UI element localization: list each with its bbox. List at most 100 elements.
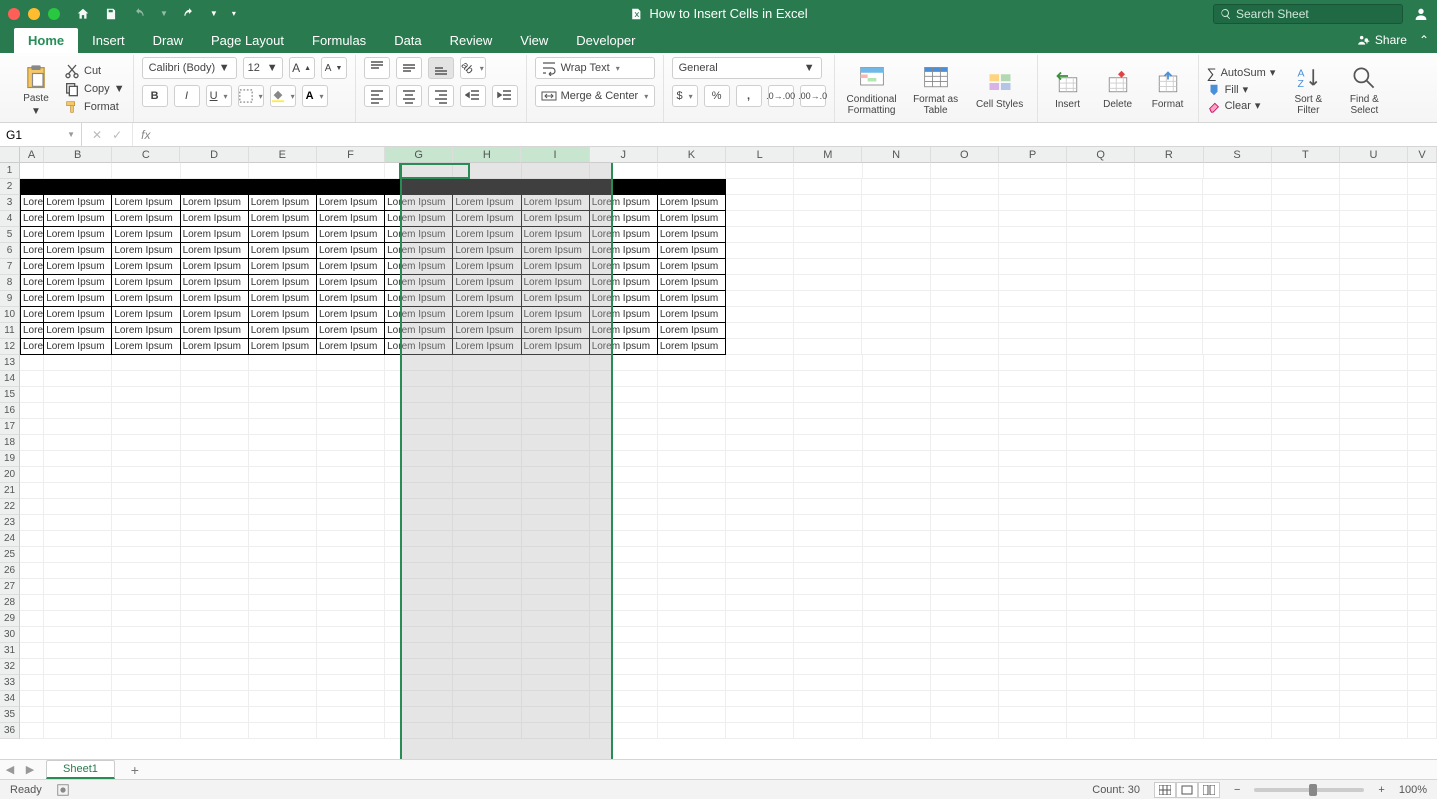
cell[interactable] <box>931 339 999 355</box>
cell[interactable] <box>1135 163 1203 179</box>
cell[interactable] <box>181 355 249 371</box>
cell[interactable] <box>1340 211 1408 227</box>
copy-button[interactable]: Copy▼ <box>64 81 125 97</box>
cell[interactable] <box>1067 515 1135 531</box>
cell[interactable] <box>522 563 590 579</box>
cell[interactable]: Lorem Ipsum <box>249 275 317 291</box>
cell[interactable] <box>385 163 453 179</box>
cell[interactable] <box>20 691 44 707</box>
sheet-nav-next[interactable]: ▶ <box>20 763 40 776</box>
col-header-I[interactable]: I <box>521 147 589 163</box>
cell[interactable]: Lorem Ipsum <box>112 307 180 323</box>
cell[interactable] <box>794 467 862 483</box>
merge-center-button[interactable]: Merge & Center▾ <box>535 85 655 107</box>
cell[interactable] <box>1272 531 1340 547</box>
cell[interactable] <box>658 435 726 451</box>
cell[interactable] <box>1272 595 1340 611</box>
cell[interactable] <box>1067 611 1135 627</box>
col-header-R[interactable]: R <box>1135 147 1203 163</box>
cell[interactable] <box>1204 531 1272 547</box>
cell[interactable] <box>863 595 931 611</box>
cell[interactable] <box>862 211 930 227</box>
cell[interactable] <box>1272 499 1340 515</box>
col-header-P[interactable]: P <box>999 147 1067 163</box>
cell[interactable] <box>726 291 794 307</box>
cell[interactable] <box>1340 387 1408 403</box>
cell[interactable] <box>1067 291 1135 307</box>
cell[interactable] <box>862 227 930 243</box>
cell[interactable] <box>794 659 862 675</box>
cell[interactable] <box>1067 419 1135 435</box>
cell[interactable] <box>590 547 658 563</box>
cell[interactable]: Lorem Ipsum <box>181 195 249 211</box>
cell[interactable]: Lorem Ipsum <box>453 259 521 275</box>
format-painter-button[interactable]: Format <box>64 99 125 115</box>
cell[interactable] <box>1340 419 1408 435</box>
cell[interactable] <box>522 403 590 419</box>
cell[interactable] <box>1340 707 1408 723</box>
cell[interactable] <box>44 547 112 563</box>
cell[interactable] <box>999 579 1067 595</box>
enter-formula-icon[interactable]: ✓ <box>112 128 122 142</box>
cell[interactable] <box>590 627 658 643</box>
cell[interactable] <box>658 371 726 387</box>
cell[interactable] <box>453 627 521 643</box>
cell[interactable] <box>1340 643 1408 659</box>
cell[interactable] <box>999 563 1067 579</box>
cell[interactable] <box>1203 227 1271 243</box>
cell[interactable] <box>385 547 453 563</box>
cell[interactable] <box>522 643 590 659</box>
cell[interactable] <box>1067 243 1135 259</box>
cell[interactable] <box>1204 515 1272 531</box>
cell[interactable] <box>590 179 658 195</box>
cell[interactable] <box>931 387 999 403</box>
cell[interactable]: Lorem Ipsum <box>249 243 317 259</box>
cell[interactable] <box>863 611 931 627</box>
cell[interactable] <box>590 563 658 579</box>
cell[interactable]: Lorem Ipsum <box>20 339 44 355</box>
cell[interactable] <box>1408 723 1437 739</box>
fill-color-button[interactable]: ▾ <box>270 85 296 107</box>
cell[interactable] <box>1067 483 1135 499</box>
cell[interactable]: Lorem Ipsum <box>20 259 44 275</box>
cell[interactable]: Lorem Ipsum <box>590 259 658 275</box>
cell[interactable] <box>1340 291 1408 307</box>
cell[interactable] <box>726 211 794 227</box>
cell[interactable]: Lorem Ipsum <box>590 227 658 243</box>
cell[interactable]: Lorem Ipsum <box>590 307 658 323</box>
cell[interactable] <box>658 595 726 611</box>
row-header-24[interactable]: 24 <box>0 531 20 547</box>
page-layout-view-icon[interactable] <box>1176 782 1198 798</box>
cell[interactable] <box>794 547 862 563</box>
cell[interactable] <box>1340 579 1408 595</box>
cell[interactable]: Lorem Ipsum <box>385 227 453 243</box>
cell[interactable] <box>1340 163 1408 179</box>
cell[interactable] <box>794 723 862 739</box>
cell[interactable] <box>1067 563 1135 579</box>
cell[interactable] <box>1340 627 1408 643</box>
cell[interactable] <box>931 643 999 659</box>
cell[interactable]: Lorem Ipsum <box>658 291 726 307</box>
cell[interactable] <box>385 723 453 739</box>
cell[interactable] <box>1067 195 1135 211</box>
cell[interactable] <box>1340 723 1408 739</box>
cell[interactable]: Lorem Ipsum <box>522 195 590 211</box>
cell[interactable] <box>999 179 1067 195</box>
cell[interactable] <box>44 483 112 499</box>
cell[interactable] <box>44 467 112 483</box>
cell[interactable] <box>522 419 590 435</box>
cell[interactable] <box>590 419 658 435</box>
cell[interactable] <box>931 355 999 371</box>
cell[interactable] <box>999 547 1067 563</box>
cell[interactable]: Lorem Ipsum <box>181 211 249 227</box>
row-headers[interactable]: 1234567891011121314151617181920212223242… <box>0 163 20 759</box>
cell[interactable] <box>726 563 794 579</box>
row-header-4[interactable]: 4 <box>0 211 20 227</box>
cell[interactable]: Lorem Ipsum <box>453 227 521 243</box>
cell[interactable] <box>385 355 453 371</box>
cell[interactable] <box>1203 179 1271 195</box>
sheet-tab[interactable]: Sheet1 <box>46 760 115 779</box>
cell[interactable] <box>863 643 931 659</box>
cell[interactable]: Lorem Ipsum <box>317 323 385 339</box>
cell[interactable] <box>931 403 999 419</box>
